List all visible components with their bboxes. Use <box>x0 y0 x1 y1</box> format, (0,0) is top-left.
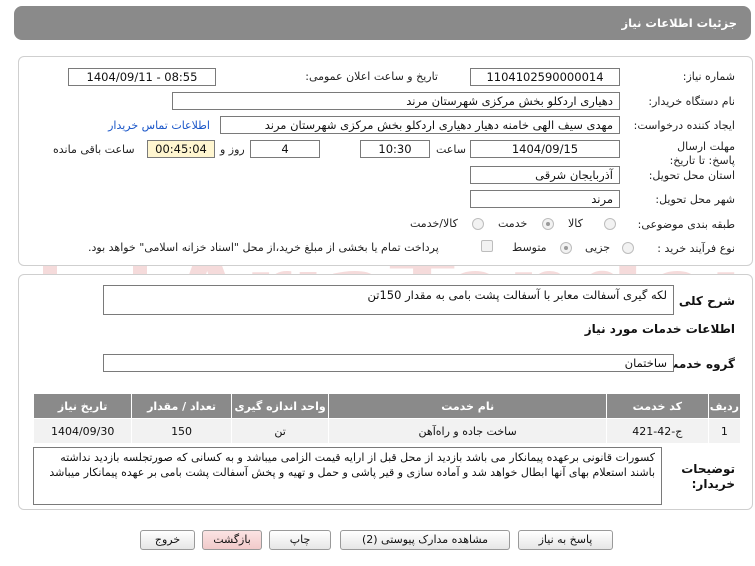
process-option-minor: جزیی <box>585 241 611 254</box>
page-title: جزئیات اطلاعات نیاز <box>621 16 737 30</box>
category-radio-goods[interactable] <box>604 218 616 230</box>
category-radio-goods-service[interactable] <box>472 218 484 230</box>
deadline-date-field: 1404/09/15 <box>470 140 620 158</box>
buyer-org-field: دهیاری اردکلو بخش مرکزی شهرستان مرند <box>172 92 620 110</box>
need-number-label: شماره نیاز: <box>682 70 735 83</box>
back-button[interactable]: بازگشت <box>202 530 262 550</box>
print-button[interactable]: چاپ <box>269 530 331 550</box>
requester-field: مهدی سیف الهی خامنه دهیار دهیاری اردکلو … <box>220 116 620 134</box>
process-option-medium: متوسط <box>512 241 547 254</box>
buyer-notes-field: کسورات قانونی برعهده پیمانکار می باشد با… <box>33 447 662 505</box>
treasury-checkbox[interactable] <box>481 240 493 252</box>
remaining-timer: 00:45:04 <box>147 140 215 158</box>
category-radio-service[interactable] <box>542 218 554 230</box>
province-label: استان محل تحویل: <box>648 169 735 182</box>
city-field: مرند <box>470 190 620 208</box>
table-header-row: ردیف کد خدمت نام خدمت واحد اندازه گیری ت… <box>32 393 742 419</box>
announce-datetime-field: 1404/09/11 - 08:55 <box>68 68 216 86</box>
remaining-label: ساعت باقی مانده <box>53 143 135 156</box>
cell-quantity: 150 <box>131 418 232 444</box>
column-header-service-code: کد خدمت <box>605 393 709 419</box>
column-header-need-date: تاریخ نیاز <box>32 393 133 419</box>
cell-need-date: 1404/09/30 <box>32 418 133 444</box>
deadline-time-label: ساعت <box>436 143 466 156</box>
services-section-title: اطلاعات خدمات مورد نیاز <box>584 322 735 336</box>
table-row: 1 ج-42-421 ساخت جاده و راه‌آهن تن 150 14… <box>32 418 742 444</box>
column-header-quantity: تعداد / مقدار <box>131 393 232 419</box>
column-header-row-number: ردیف <box>707 393 742 419</box>
buyer-notes-label: توضیحات خریدار: <box>681 462 735 491</box>
requester-label: ایجاد کننده درخواست: <box>633 119 735 132</box>
cell-row-number: 1 <box>707 418 742 444</box>
services-table: ردیف کد خدمت نام خدمت واحد اندازه گیری ت… <box>32 393 742 444</box>
cell-unit: تن <box>230 418 330 444</box>
process-radio-medium[interactable] <box>560 242 572 254</box>
need-info-panel <box>18 56 753 266</box>
days-field: 4 <box>250 140 320 158</box>
need-number-field: 1104102590000014 <box>470 68 620 86</box>
category-label: طبقه بندی موضوعی: <box>637 218 735 231</box>
city-label: شهر محل تحویل: <box>655 193 735 206</box>
category-option-goods-service: کالا/خدمت <box>410 217 458 230</box>
process-radio-minor[interactable] <box>622 242 634 254</box>
days-label: روز و <box>220 143 245 156</box>
summary-field: لکه گیری آسفالت معابر با آسفالت پشت بامی… <box>103 285 674 315</box>
category-option-service: خدمت <box>498 217 528 230</box>
cell-service-code: ج-42-421 <box>605 418 709 444</box>
reply-button[interactable]: پاسخ به نیاز <box>518 530 613 550</box>
page-header: جزئیات اطلاعات نیاز <box>0 0 755 46</box>
process-label: نوع فرآیند خرید : <box>657 242 735 255</box>
contact-info-link[interactable]: اطلاعات تماس خریدار <box>108 119 210 132</box>
treasury-payment-text: پرداخت تمام یا بخشی از مبلغ خرید،از محل … <box>88 241 439 254</box>
announce-label: تاریخ و ساعت اعلان عمومی: <box>305 70 438 83</box>
deadline-time-field: 10:30 <box>360 140 430 158</box>
service-group-field: ساختمان <box>103 354 674 372</box>
cell-service-name: ساخت جاده و راه‌آهن <box>328 418 607 444</box>
exit-button[interactable]: خروج <box>140 530 195 550</box>
buyer-org-label: نام دستگاه خریدار: <box>648 95 735 108</box>
column-header-service-name: نام خدمت <box>328 393 607 419</box>
view-attachments-button[interactable]: مشاهده مدارک پیوستی (2) <box>340 530 510 550</box>
column-header-unit: واحد اندازه گیری <box>230 393 330 419</box>
category-option-goods: کالا <box>568 217 583 230</box>
deadline-label: مهلت ارسال پاسخ: تا تاریخ: <box>669 140 735 167</box>
province-field: آذربایجان شرقی <box>470 166 620 184</box>
